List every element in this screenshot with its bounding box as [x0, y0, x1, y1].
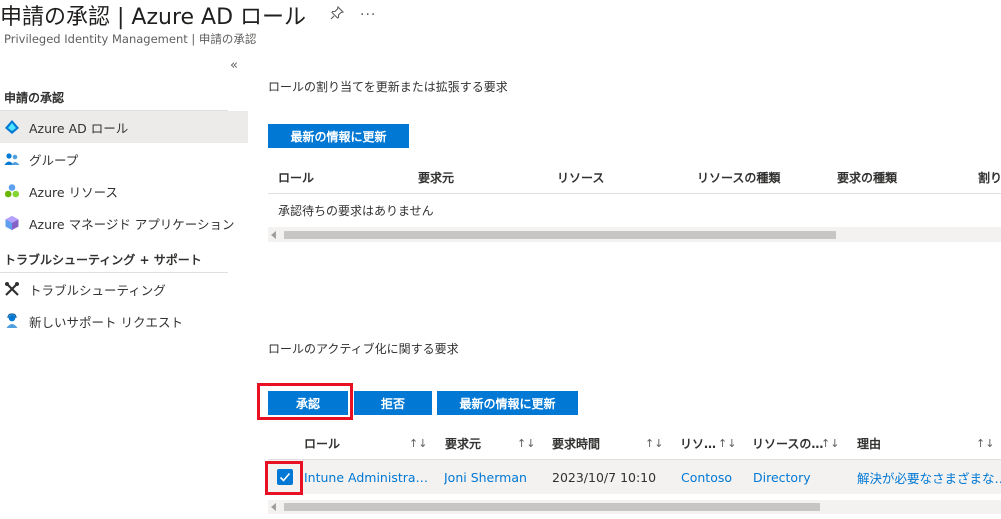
- tools-icon: [4, 281, 20, 297]
- azure-resources-icon: [4, 183, 20, 199]
- scrollbar-thumb[interactable]: [284, 231, 836, 239]
- sidebar-section-title: トラブルシューティング + サポート: [0, 247, 228, 273]
- deny-button[interactable]: 拒否: [354, 391, 432, 415]
- cell-reason-link[interactable]: 解決が必要なさまざまな…: [857, 460, 1001, 494]
- pin-icon[interactable]: [330, 5, 345, 24]
- cell-role-link[interactable]: Intune Administra…: [304, 460, 436, 494]
- support-person-icon: [4, 313, 20, 329]
- sidebar-item-label: グループ: [29, 152, 79, 168]
- sort-icon[interactable]: ↑↓: [821, 426, 839, 460]
- activation-refresh-button[interactable]: 最新の情報に更新: [437, 391, 578, 415]
- sort-icon[interactable]: ↑↓: [517, 426, 535, 460]
- activation-horizontal-scrollbar[interactable]: [268, 500, 1001, 514]
- cell-resource-link[interactable]: Contoso: [681, 460, 743, 494]
- column-header-request-type[interactable]: 要求の種類: [837, 160, 897, 194]
- column-header-assignment[interactable]: 割り: [978, 160, 1001, 194]
- collapse-sidebar-icon[interactable]: «: [230, 58, 238, 73]
- activation-table-header: ロール ↑↓ 要求元 ↑↓ 要求時間 ↑↓ リソ… ↑↓ リソースの… ↑↓ 理…: [268, 426, 1001, 460]
- cell-request-time: 2023/10/7 10:10: [552, 469, 657, 485]
- sidebar-section-title: 申請の承認: [0, 85, 228, 111]
- sidebar-item-managed-apps[interactable]: Azure マネージド アプリケーション: [0, 207, 248, 239]
- column-header-resource-type[interactable]: リソースの…: [752, 426, 823, 460]
- renewal-refresh-button[interactable]: 最新の情報に更新: [268, 124, 409, 148]
- column-header-reason[interactable]: 理由: [857, 426, 881, 460]
- sort-icon[interactable]: ↑↓: [976, 426, 994, 460]
- sidebar-item-label: Azure マネージド アプリケーション: [29, 216, 235, 232]
- sidebar: 申請の承認 Azure AD ロール グループ Azure リソース Azure…: [0, 85, 248, 337]
- cell-resource-type-link[interactable]: Directory: [753, 460, 843, 494]
- page-header: 申請の承認 | Azure AD ロール ···: [0, 0, 376, 30]
- scrollbar-thumb[interactable]: [284, 503, 820, 511]
- azure-ad-icon: [4, 119, 20, 135]
- scroll-left-icon[interactable]: [271, 231, 276, 239]
- sidebar-item-azure-ad-roles[interactable]: Azure AD ロール: [0, 111, 248, 143]
- highlight-approve-box: [257, 383, 353, 420]
- sidebar-item-groups[interactable]: グループ: [0, 143, 248, 175]
- column-header-resource[interactable]: リソ…: [680, 426, 716, 460]
- renewal-table-header: ロール 要求元 リソース リソースの種類 要求の種類 割り: [268, 160, 1001, 194]
- activation-section-label: ロールのアクティブ化に関する要求: [268, 342, 459, 356]
- sidebar-item-label: Azure リソース: [29, 184, 118, 200]
- highlight-checkbox-box: [265, 461, 303, 495]
- more-options-icon[interactable]: ···: [360, 7, 376, 23]
- renewal-horizontal-scrollbar[interactable]: [268, 228, 1001, 242]
- column-header-role[interactable]: ロール: [278, 160, 314, 194]
- column-header-resource[interactable]: リソース: [557, 160, 604, 194]
- column-header-role[interactable]: ロール: [304, 426, 340, 460]
- table-row[interactable]: Intune Administra… Joni Sherman 2023/10/…: [268, 460, 1001, 494]
- sidebar-item-troubleshooting[interactable]: トラブルシューティング: [0, 273, 248, 305]
- sidebar-item-new-support-request[interactable]: 新しいサポート リクエスト: [0, 305, 248, 337]
- sort-icon[interactable]: ↑↓: [718, 426, 736, 460]
- sidebar-item-label: Azure AD ロール: [29, 120, 129, 136]
- column-header-resource-type[interactable]: リソースの種類: [697, 160, 780, 194]
- breadcrumb: Privileged Identity Management | 申請の承認: [4, 32, 257, 46]
- scroll-left-icon[interactable]: [271, 503, 276, 511]
- renewal-section-label: ロールの割り当てを更新または拡張する要求: [268, 80, 508, 94]
- sort-icon[interactable]: ↑↓: [645, 426, 663, 460]
- column-header-request-time[interactable]: 要求時間: [552, 426, 600, 460]
- sidebar-item-azure-resources[interactable]: Azure リソース: [0, 175, 248, 207]
- sort-icon[interactable]: ↑↓: [409, 426, 427, 460]
- sidebar-item-label: トラブルシューティング: [29, 282, 166, 298]
- page-title: 申請の承認 | Azure AD ロール: [0, 5, 307, 30]
- sidebar-item-label: 新しいサポート リクエスト: [29, 314, 183, 330]
- renewal-empty-message: 承認待ちの要求はありません: [268, 194, 1001, 228]
- group-icon: [4, 151, 20, 167]
- column-header-requester[interactable]: 要求元: [418, 160, 454, 194]
- managed-app-icon: [4, 215, 20, 231]
- column-header-requester[interactable]: 要求元: [445, 426, 481, 460]
- cell-requester-link[interactable]: Joni Sherman: [444, 460, 544, 494]
